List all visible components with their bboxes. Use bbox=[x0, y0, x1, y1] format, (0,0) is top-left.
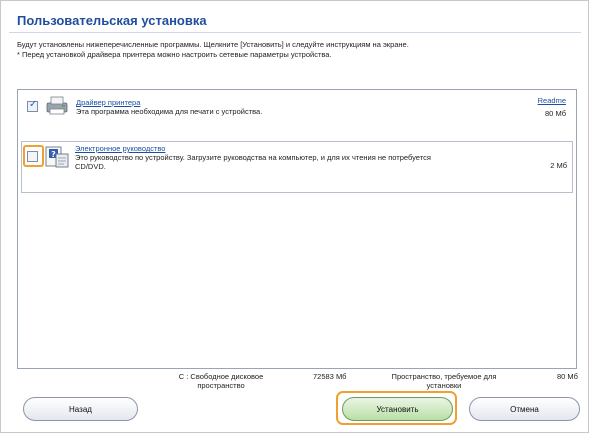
software-list: ✓ Драйвер принтера Эта программа необход… bbox=[17, 89, 577, 369]
instructions-line-2: * Перед установкой драйвера принтера мож… bbox=[17, 50, 332, 59]
install-button[interactable]: Установить bbox=[342, 397, 453, 421]
e-manual-description-line-1: Это руководство по устройству. Загрузите… bbox=[75, 153, 431, 162]
required-space-label-line-2: установки bbox=[426, 381, 462, 390]
manual-help-icon: ? bbox=[44, 144, 70, 170]
e-manual-name[interactable]: Электронное руководство bbox=[75, 144, 165, 153]
readme-link[interactable]: Readme bbox=[538, 96, 566, 105]
printer-driver-size: 80 Мб bbox=[545, 109, 566, 118]
list-item-printer-driver: ✓ Драйвер принтера Эта программа необход… bbox=[20, 93, 572, 135]
printer-driver-description: Эта программа необходима для печати с ус… bbox=[76, 107, 263, 116]
e-manual-description-line-2: CD/DVD. bbox=[75, 162, 106, 171]
required-space-value: 80 Мб bbox=[557, 372, 578, 381]
free-space-label-line-1: C : Свободное дисковое bbox=[178, 372, 264, 381]
e-manual-size: 2 Мб bbox=[550, 161, 567, 170]
instructions-line-1: Будут установлены нижеперечисленные прог… bbox=[17, 40, 409, 49]
free-space-label: C : Свободное дисковое пространство bbox=[161, 372, 281, 390]
printer-icon bbox=[44, 95, 70, 115]
title-divider bbox=[9, 32, 581, 33]
printer-driver-name[interactable]: Драйвер принтера bbox=[76, 98, 140, 107]
page-title: Пользовательская установка bbox=[17, 13, 207, 28]
checkmark-icon: ✓ bbox=[29, 99, 38, 110]
e-manual-description: Это руководство по устройству. Загрузите… bbox=[75, 153, 505, 171]
back-button[interactable]: Назад bbox=[23, 397, 138, 421]
free-space-value: 72583 Мб bbox=[313, 372, 347, 381]
instructions: Будут установлены нижеперечисленные прог… bbox=[17, 40, 577, 60]
installer-window: Пользовательская установка Будут установ… bbox=[0, 0, 589, 433]
checkbox-highlight-frame bbox=[23, 145, 44, 167]
cancel-button[interactable]: Отмена bbox=[469, 397, 580, 421]
required-space-label: Пространство, требуемое для установки bbox=[379, 372, 509, 390]
list-item-e-manual: ? Электронное руководство Это руководств… bbox=[21, 141, 573, 193]
required-space-label-line-1: Пространство, требуемое для bbox=[391, 372, 497, 381]
svg-text:?: ? bbox=[51, 150, 56, 159]
free-space-label-line-2: пространство bbox=[197, 381, 245, 390]
printer-driver-checkbox[interactable]: ✓ bbox=[27, 99, 38, 112]
